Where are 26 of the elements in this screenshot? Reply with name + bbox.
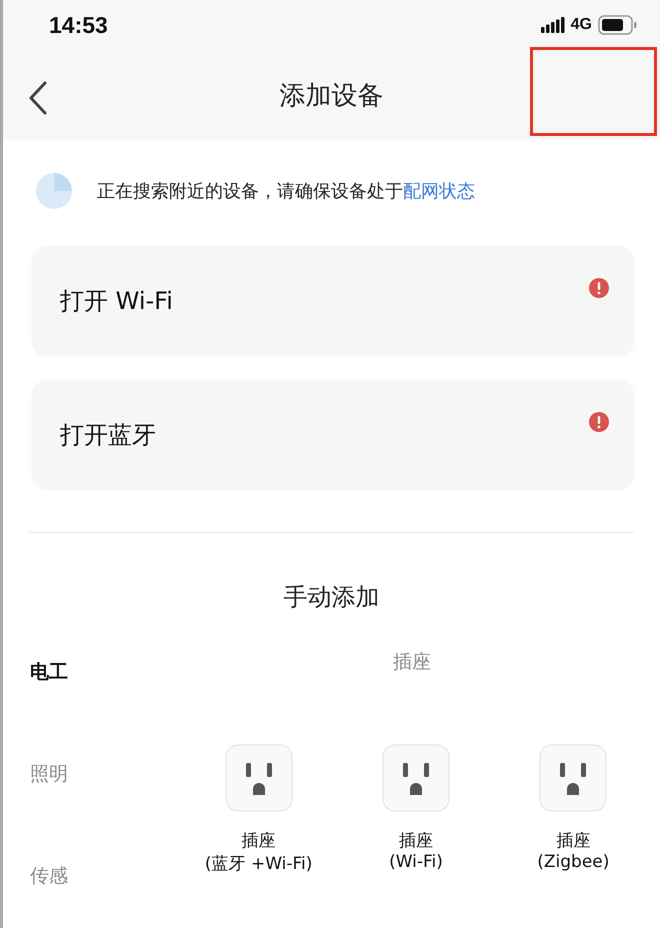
network-label: 4G: [570, 16, 592, 34]
product-name[interactable]: 插座: [398, 829, 433, 852]
prompt-label: 打开 Wi-Fi: [60, 286, 173, 317]
prompt-card[interactable]: 打开蓝牙: [32, 380, 634, 490]
socket-icon: [538, 743, 608, 813]
product-protocol: (Zigbee): [537, 852, 610, 872]
category-tab[interactable]: 传感: [30, 863, 68, 889]
category-tab[interactable]: 电工: [30, 659, 68, 685]
search-status-text: 正在搜索附近的设备，请确保设备处于配网状态: [97, 180, 475, 203]
product-name[interactable]: 插座: [556, 829, 590, 852]
prompt-label: 打开蓝牙: [60, 420, 156, 451]
pairing-mode-link[interactable]: 配网状态: [403, 181, 475, 202]
socket-icon: [380, 743, 451, 813]
category-tab[interactable]: 照明: [30, 761, 68, 787]
product-name[interactable]: 插座: [242, 829, 276, 852]
product-protocol: (蓝牙 +Wi-Fi): [204, 853, 312, 875]
signal-icon: [540, 16, 565, 34]
page-title: 添加设备: [280, 80, 384, 112]
status-time: 14:53: [49, 12, 108, 38]
socket-icon: [224, 743, 294, 813]
product-protocol: (Wi-Fi): [389, 852, 443, 872]
group-title: 插座: [393, 650, 431, 675]
section-title: 手动添加: [282, 582, 380, 613]
loading-spinner-icon: [35, 172, 73, 210]
prompt-card[interactable]: 打开 Wi-Fi: [32, 246, 634, 356]
battery-icon: [598, 15, 638, 35]
